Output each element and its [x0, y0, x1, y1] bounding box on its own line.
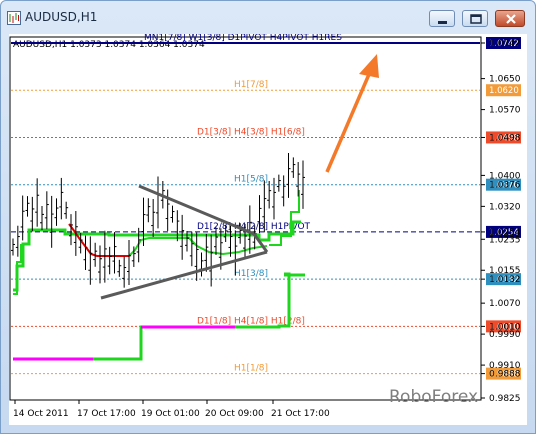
level-label-1-0376: H1[5/8]: [234, 175, 268, 185]
price-label-0-9990: 0.9990: [489, 330, 521, 340]
price-label-1-0235: 1.0235: [489, 235, 521, 245]
price-tag-text-1-0620: 1.0620: [489, 86, 519, 96]
level-label-1-0498: D1[3/8] H4[3/8] H1[6/8]: [197, 127, 305, 137]
price-label-1-0650: 1.0650: [489, 75, 521, 85]
time-label-19-oct-01-00: 19 Oct 01:00: [141, 409, 200, 419]
price-label-1-0320: 1.0320: [489, 202, 521, 212]
price-bar: [112, 232, 117, 274]
price-bar: [291, 157, 296, 178]
price-bar: [175, 210, 180, 242]
watermark-text: RoboForex: [389, 387, 478, 407]
price-bar: [44, 191, 49, 230]
price-label-1-0070: 1.0070: [489, 299, 521, 309]
price-bar: [30, 196, 35, 232]
trend-line-green-left[interactable]: [13, 244, 22, 295]
window-title: AUDUSD,H1: [25, 10, 98, 24]
price-bar: [286, 152, 291, 198]
level-label-0-9888: H1[1/8]: [234, 364, 268, 374]
minimize-button[interactable]: [429, 10, 455, 27]
price-bar: [107, 246, 112, 275]
price-bar: [64, 201, 69, 219]
close-button[interactable]: [495, 10, 525, 27]
chart-window-icon: [7, 10, 21, 25]
price-bar: [49, 195, 54, 248]
price-label-1-0132: 1.0132: [489, 275, 521, 285]
price-chart[interactable]: AUDUSD,H1 1.0373 1.0374 1.0364 1.0374 MN…: [9, 34, 527, 425]
price-bar: [276, 174, 281, 192]
price-bar: [35, 178, 40, 227]
price-bar: [98, 245, 102, 284]
plot-frame: [9, 36, 482, 401]
price-bar: [122, 256, 127, 288]
trend-line-green-mid[interactable]: [128, 237, 268, 257]
level-label-1-0620: H1[7/8]: [234, 80, 268, 90]
price-bar: [15, 225, 20, 257]
price-label-1-0376: 1.0376: [489, 181, 521, 191]
price-bar: [281, 175, 286, 207]
time-label-17-oct-17-00: 17 Oct 17:00: [77, 409, 136, 419]
time-label-20-oct-09-00: 20 Oct 09:00: [205, 409, 264, 419]
price-label-1-0742: 1.0742: [489, 39, 521, 49]
level-label-1-0742: MN1[7/8] W1[3/8] D1PIVOT H4PIVOT H1RES: [144, 34, 342, 43]
time-label-14-oct-2011: 14 Oct 2011: [13, 409, 69, 419]
price-bar: [40, 205, 44, 230]
price-bar: [189, 231, 194, 267]
price-bar: [59, 177, 64, 220]
price-bar: [11, 238, 15, 256]
price-bar: [117, 259, 122, 277]
price-bars: [11, 152, 305, 288]
maximize-icon: [470, 14, 482, 24]
price-bar: [20, 195, 25, 241]
price-label-1-0498: 1.0498: [489, 133, 521, 143]
price-label-0-9888: 0.9888: [489, 370, 521, 380]
trend-line-red[interactable]: [68, 223, 129, 257]
price-bar: [54, 198, 59, 226]
price-bar: [199, 252, 204, 277]
price-label-1-0570: 1.0570: [489, 106, 521, 116]
close-icon: [506, 14, 516, 24]
price-bar: [170, 205, 175, 223]
price-bar: [204, 233, 209, 272]
price-bar: [127, 240, 131, 285]
price-label-0-9825: 0.9825: [489, 394, 521, 404]
price-bar: [146, 198, 151, 223]
price-bar: [83, 235, 88, 271]
time-label-21-oct-17-00: 21 Oct 17:00: [271, 409, 330, 419]
title-bar[interactable]: AUDUSD,H1: [1, 1, 535, 33]
maximize-button[interactable]: [462, 10, 488, 27]
chart-area[interactable]: AUDUSD,H1 1.0373 1.0374 1.0364 1.0374 MN…: [9, 34, 527, 425]
price-bar: [165, 189, 170, 231]
price-bar: [88, 236, 93, 285]
forecast-arrow-line[interactable]: [325, 71, 372, 173]
price-bar: [25, 196, 30, 217]
time-axis: 14 Oct 2011 17 Oct 17:00 19 Oct 01:00 20 Oc…: [13, 400, 330, 419]
price-bar: [151, 199, 156, 237]
level-label-1-0132: H1[3/8]: [234, 269, 268, 279]
price-bar: [194, 232, 199, 281]
chart-window: AUDUSD,H1 AUDUSD,H1 1.0373 1.0374 1.0364…: [0, 0, 536, 434]
minimize-icon: [438, 21, 447, 24]
forecast-arrow-head[interactable]: [359, 54, 379, 78]
price-bar: [272, 177, 276, 220]
